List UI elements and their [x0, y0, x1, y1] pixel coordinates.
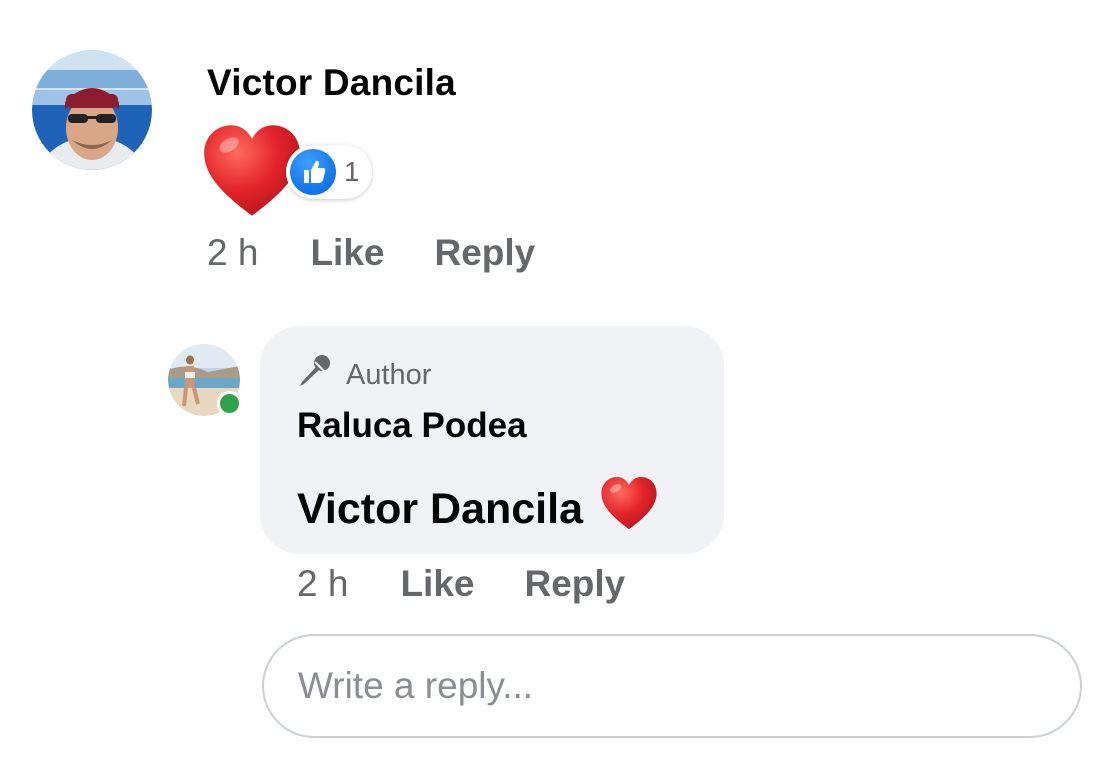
- comment-author-name[interactable]: Victor Dancila: [207, 62, 456, 104]
- reply-like-button[interactable]: Like: [400, 563, 474, 605]
- reaction-summary[interactable]: 1: [286, 145, 372, 199]
- avatar-raluca-podea[interactable]: [168, 344, 242, 416]
- online-status-indicator: [217, 391, 242, 416]
- write-reply-input[interactable]: [262, 634, 1082, 738]
- reply-bubble[interactable]: Author Raluca Podea Victor Dancila: [260, 326, 724, 554]
- thumbs-up-icon: [290, 149, 336, 195]
- reply-author-name[interactable]: Raluca Podea: [297, 406, 527, 446]
- microphone-icon: [296, 354, 346, 396]
- red-heart-icon: [599, 474, 659, 545]
- reply-reply-button[interactable]: Reply: [524, 563, 625, 605]
- reply-actions: 2 h Like Reply: [297, 563, 625, 605]
- author-badge-label: Author: [346, 358, 432, 391]
- mention-link[interactable]: Victor Dancila: [297, 485, 583, 534]
- reply-timestamp[interactable]: 2 h: [297, 563, 348, 605]
- reaction-count: 1: [344, 156, 360, 187]
- comment-like-button[interactable]: Like: [310, 232, 384, 274]
- avatar-victor-dancila[interactable]: [32, 50, 152, 170]
- reply-text: Victor Dancila: [297, 474, 659, 545]
- comment-timestamp[interactable]: 2 h: [207, 232, 258, 274]
- comment-actions: 2 h Like Reply: [207, 232, 535, 274]
- comment-reply-button[interactable]: Reply: [434, 232, 535, 274]
- author-badge: Author: [296, 354, 431, 396]
